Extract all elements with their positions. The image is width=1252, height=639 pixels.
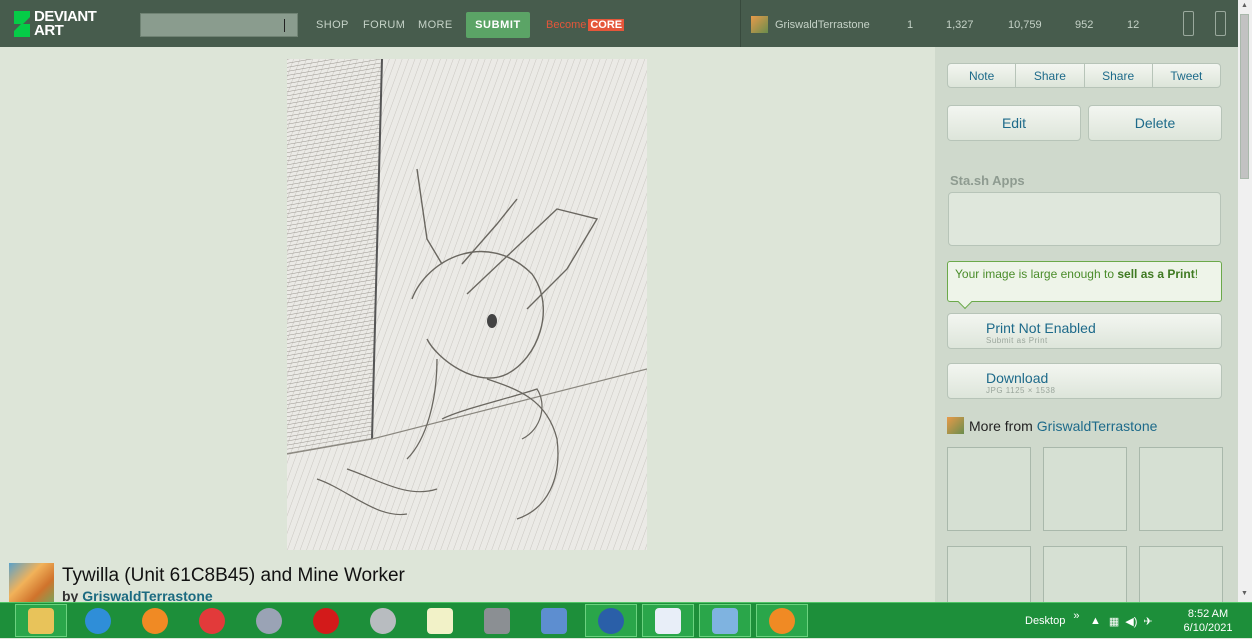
collection-menu-icon[interactable]	[1215, 11, 1226, 36]
author-avatar[interactable]	[9, 563, 54, 603]
stat-messages[interactable]: 1,327	[946, 19, 974, 31]
notice-pointer	[957, 294, 973, 310]
nav-forum[interactable]: FORUM	[363, 19, 405, 31]
system-clock[interactable]: 8:52 AM 6/10/2021	[1178, 607, 1238, 635]
document-icon[interactable]	[642, 604, 694, 637]
stat-notifications[interactable]: 1	[907, 19, 913, 31]
print-button[interactable]: Print Not Enabled Submit as Print	[947, 313, 1222, 349]
firefox-icon[interactable]	[129, 604, 181, 637]
print-label: Print Not Enabled	[986, 320, 1096, 336]
pencil-sketch-image	[287, 59, 647, 550]
scroll-down-icon[interactable]: ▼	[1241, 590, 1248, 597]
logo-text: DEVIANT ART	[34, 9, 97, 39]
download-label: Download	[986, 370, 1049, 386]
stat-notes[interactable]: 12	[1127, 19, 1139, 31]
username: GriswaldTerrastone	[775, 18, 870, 31]
note-button[interactable]: Note	[948, 64, 1015, 87]
more-from-user-link[interactable]: GriswaldTerrastone	[1037, 418, 1158, 434]
notice-text: Your image is large enough to	[955, 267, 1118, 281]
windows-taskbar: Desktop » ▲ ▦ ◀) ✈ 8:52 AM 6/10/2021	[0, 602, 1252, 638]
sell-print-notice: Your image is large enough to sell as a …	[947, 261, 1222, 310]
deviation-menu-icon[interactable]	[1183, 11, 1194, 36]
more-thumbnail[interactable]	[1043, 447, 1127, 531]
photos-icon[interactable]	[699, 604, 751, 637]
clock-time: 8:52 AM	[1187, 608, 1229, 620]
sell-print-link[interactable]: sell as a Print	[1117, 267, 1194, 281]
deviation-title: Tywilla (Unit 61C8B45) and Mine Worker	[62, 565, 405, 586]
page-scrollbar[interactable]: ▲ ▼	[1238, 0, 1252, 602]
become-core-link[interactable]: Become CORE	[546, 19, 625, 31]
more-thumbnail[interactable]	[947, 447, 1031, 531]
search-input[interactable]	[140, 13, 298, 37]
submit-button[interactable]: SUBMIT	[466, 12, 530, 38]
edit-button[interactable]: Edit	[947, 105, 1081, 141]
share-button[interactable]: Share	[1015, 64, 1083, 87]
scroll-up-icon[interactable]: ▲	[1241, 2, 1248, 9]
user-avatar	[751, 16, 768, 33]
user-menu[interactable]: GriswaldTerrastone	[751, 16, 870, 33]
system-tray: ▲ ▦ ◀) ✈	[1090, 603, 1153, 639]
notice-end: !	[1194, 267, 1199, 281]
audio-icon[interactable]	[357, 604, 409, 637]
deviation-image[interactable]	[287, 59, 647, 550]
more-from-heading: More from GriswaldTerrastone	[947, 417, 1157, 434]
stash-apps-box	[948, 192, 1221, 246]
airplane-icon[interactable]: ✈	[1143, 615, 1152, 628]
vivaldi-icon[interactable]	[186, 604, 238, 637]
more-from-label: More from	[969, 417, 1033, 434]
action-button-bar: Note Share Share Tweet	[947, 63, 1221, 88]
deviantart-z-icon	[14, 11, 30, 37]
user-avatar-small	[947, 417, 964, 434]
share-facebook-button[interactable]: Share	[1083, 64, 1152, 87]
right-sidebar: Note Share Share Tweet Edit Delete Sta.s…	[935, 47, 1238, 630]
file-explorer-icon[interactable]	[15, 604, 67, 637]
desktop-label: Desktop	[1025, 615, 1066, 627]
tray-expand-icon[interactable]: ▲	[1090, 615, 1101, 627]
become-label: Become	[546, 19, 587, 31]
top-navigation-bar: DEVIANT ART SHOP FORUM MORE SUBMIT Becom…	[0, 0, 1238, 47]
app-icon[interactable]	[243, 604, 295, 637]
nav-more[interactable]: MORE	[418, 19, 453, 31]
download-sublabel: JPG 1125 × 1538	[986, 386, 1056, 395]
logo-line-2: ART	[34, 22, 64, 39]
opera-icon[interactable]	[300, 604, 352, 637]
nav-shop[interactable]: SHOP	[316, 19, 349, 31]
volume-icon[interactable]: ◀)	[1125, 615, 1137, 628]
delete-button[interactable]: Delete	[1088, 105, 1222, 141]
download-button[interactable]: Download JPG 1125 × 1538	[947, 363, 1222, 399]
stat-feedback[interactable]: 952	[1075, 19, 1093, 31]
header-divider	[740, 0, 741, 47]
core-badge: CORE	[588, 19, 625, 31]
internet-explorer-icon[interactable]	[72, 604, 124, 637]
toolbar-chevron-icon[interactable]: »	[1073, 610, 1079, 622]
firefox-active-icon[interactable]	[756, 604, 808, 637]
clock-date: 6/10/2021	[1183, 622, 1233, 634]
more-thumbnail[interactable]	[1139, 447, 1223, 531]
deviantart-logo[interactable]: DEVIANT ART	[12, 8, 97, 40]
desktop-toolbar[interactable]: Desktop »	[1025, 603, 1079, 639]
network-icon[interactable]: ▦	[1109, 615, 1119, 628]
stat-watch[interactable]: 10,759	[1008, 19, 1042, 31]
scrollbar-thumb[interactable]	[1240, 14, 1249, 179]
keyboard-app-icon[interactable]	[528, 604, 580, 637]
stash-apps-label: Sta.sh Apps	[950, 173, 1025, 188]
print-sublabel: Submit as Print	[986, 336, 1048, 345]
media-icon[interactable]	[585, 604, 637, 637]
grid-app-icon[interactable]	[471, 604, 523, 637]
tweet-button[interactable]: Tweet	[1151, 64, 1220, 87]
notepad-icon[interactable]	[414, 604, 466, 637]
text-caret	[284, 19, 285, 32]
